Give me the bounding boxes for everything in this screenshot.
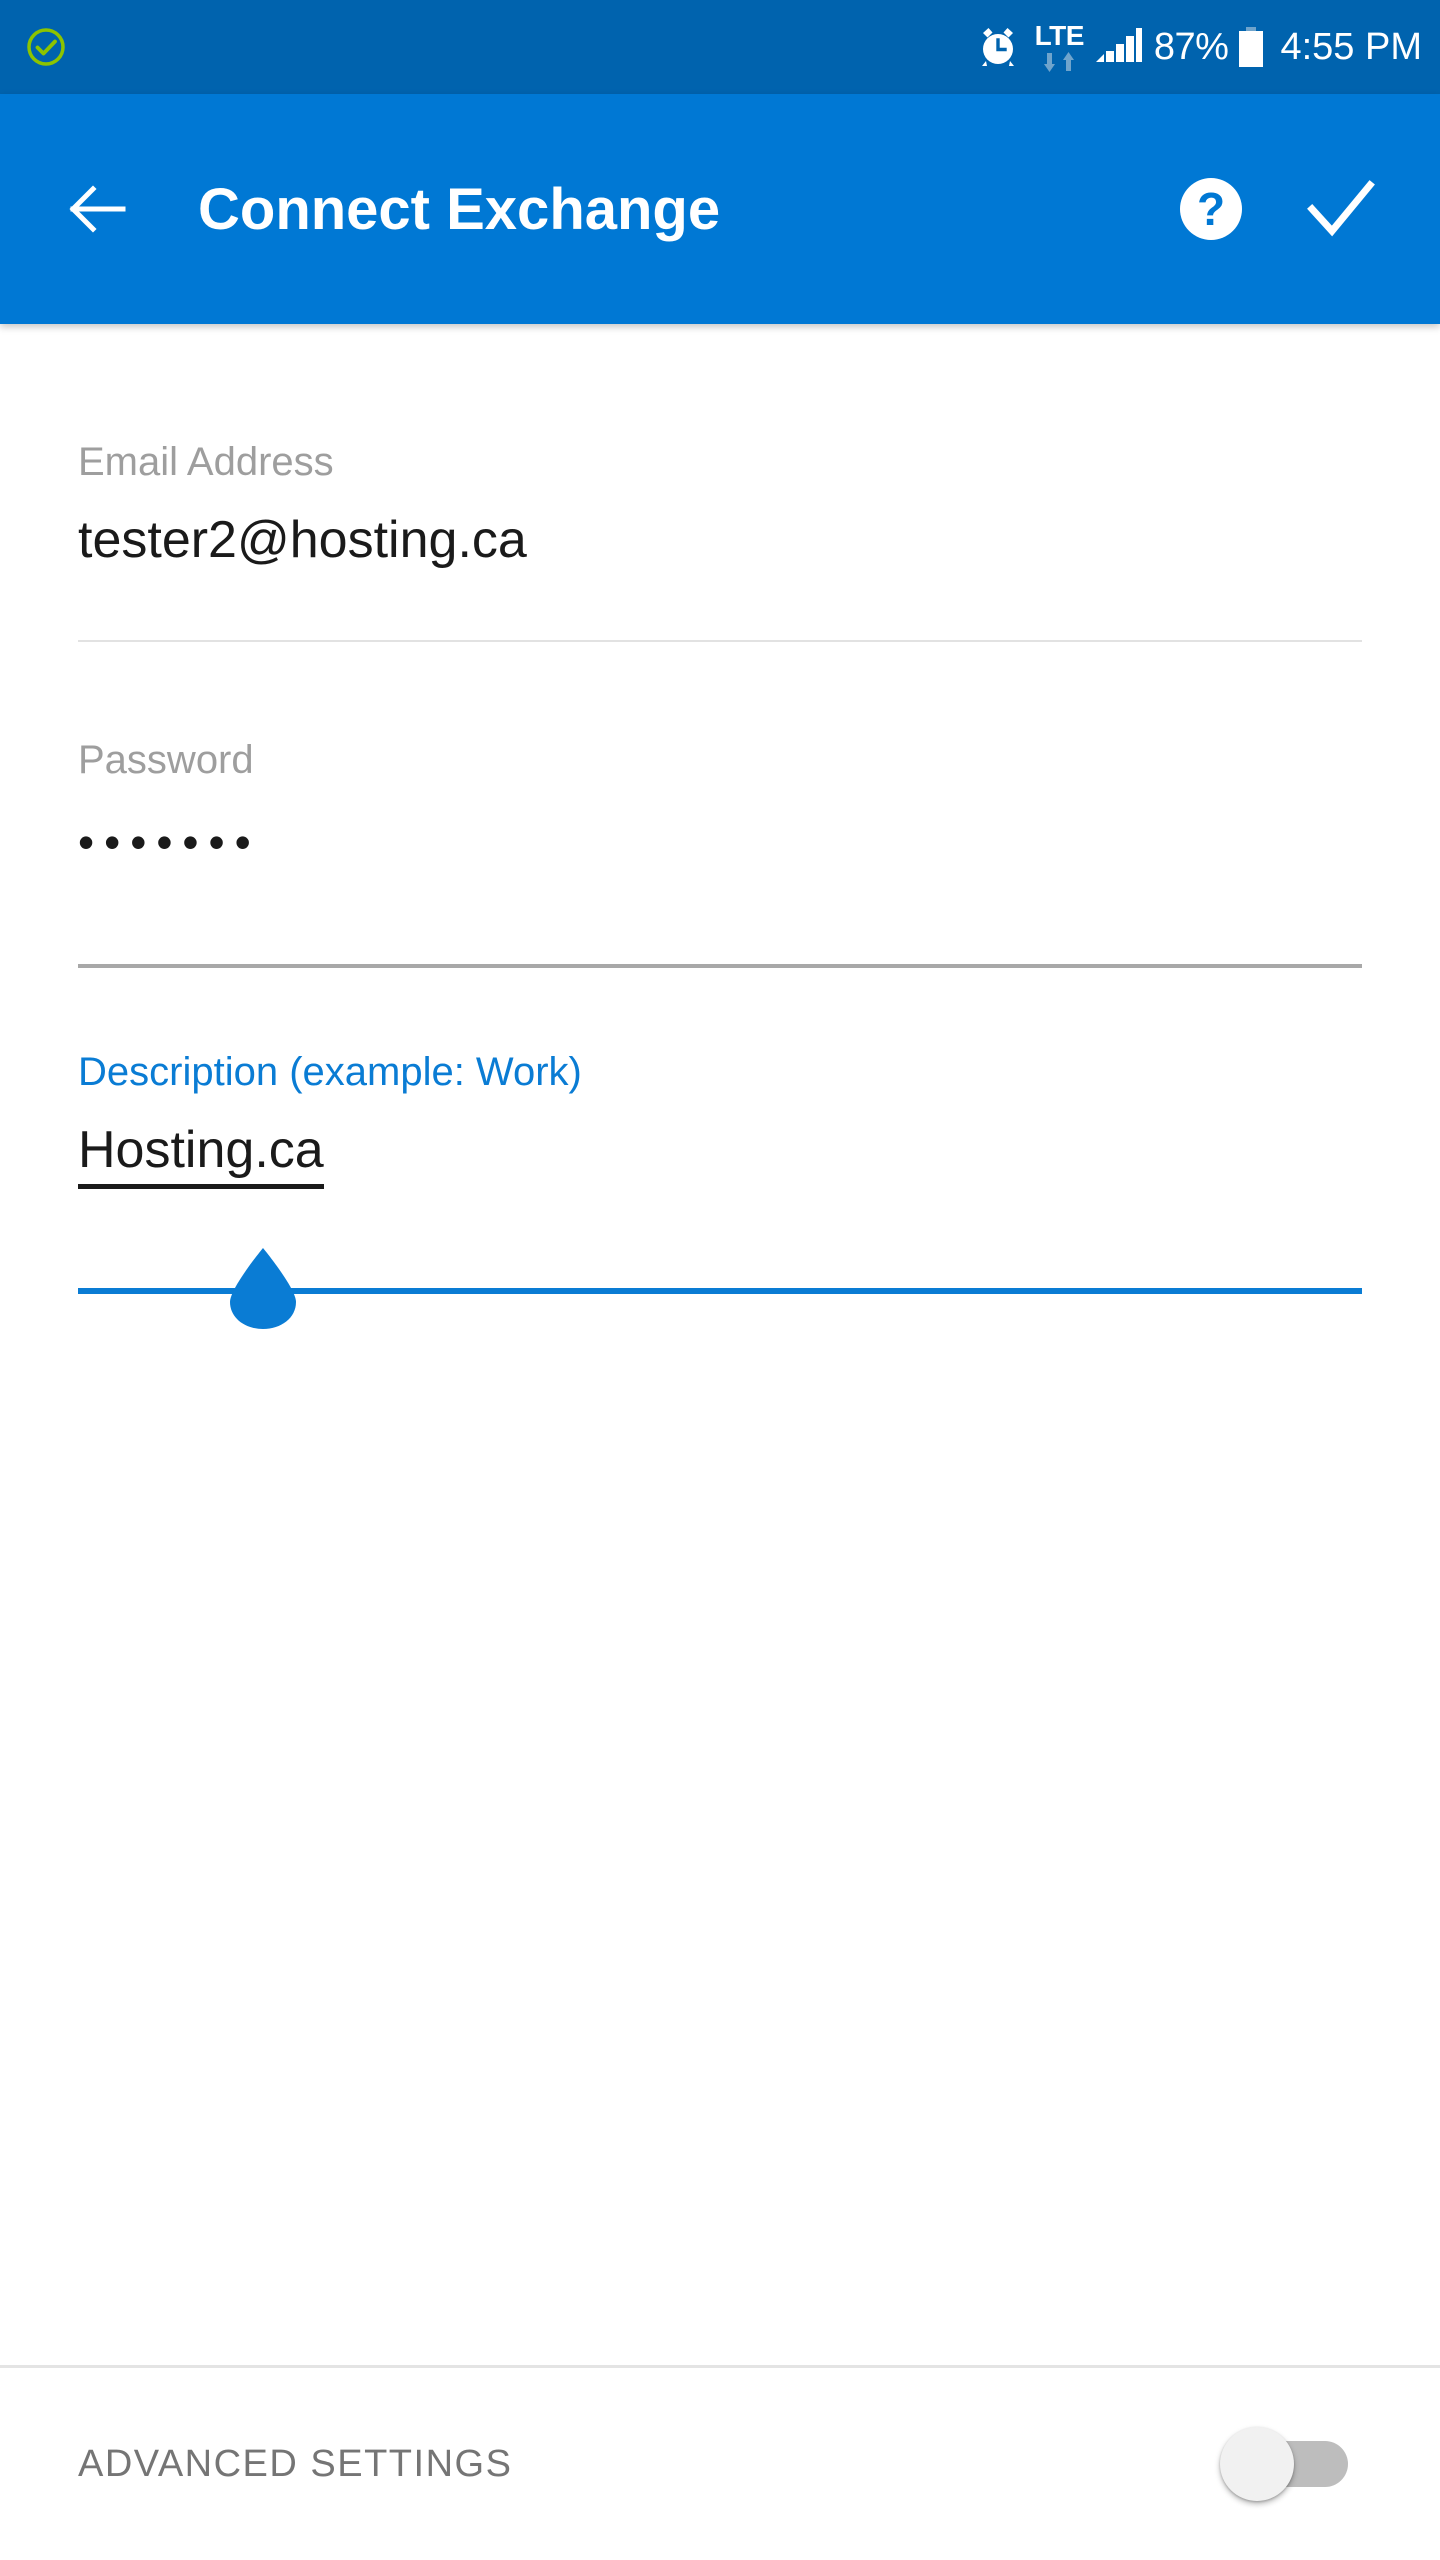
status-bar-left <box>22 23 70 71</box>
status-bar-clock: 4:55 PM <box>1280 26 1422 68</box>
description-field-group[interactable]: Description (example: Work) Hosting.ca <box>78 1048 1362 1189</box>
svg-text:?: ? <box>1197 183 1225 235</box>
description-input[interactable]: Hosting.ca <box>78 1118 324 1189</box>
alarm-clock-icon <box>975 24 1021 70</box>
text-cursor-handle-icon[interactable] <box>224 1244 302 1332</box>
data-transfer-arrows-icon <box>1041 51 1077 73</box>
help-button[interactable]: ? <box>1156 154 1266 264</box>
status-bar: LTE 87% 4:55 PM <box>0 0 1440 94</box>
password-field-underline <box>78 964 1362 968</box>
app-screen: LTE 87% 4:55 PM Connect Exchange ? Email… <box>0 0 1440 2560</box>
network-type-indicator: LTE <box>1034 19 1085 73</box>
email-field-group[interactable]: Email Address tester2@hosting.ca <box>78 438 1362 572</box>
back-button[interactable] <box>38 150 156 268</box>
battery-icon <box>1236 24 1266 70</box>
password-field-label: Password <box>78 738 254 782</box>
email-input[interactable]: tester2@hosting.ca <box>78 508 1362 572</box>
email-field-underline <box>78 640 1362 642</box>
help-circle-icon: ? <box>1176 174 1246 244</box>
lte-label: LTE <box>1034 19 1085 51</box>
toggle-thumb <box>1220 2427 1294 2501</box>
advanced-settings-row[interactable]: ADVANCED SETTINGS <box>0 2368 1440 2560</box>
app-bar-actions: ? <box>1156 154 1440 264</box>
battery-percent-label: 87% <box>1153 26 1229 68</box>
advanced-settings-label: ADVANCED SETTINGS <box>78 2442 513 2485</box>
app-bar: Connect Exchange ? <box>0 94 1440 324</box>
advanced-settings-toggle[interactable] <box>1220 2427 1348 2501</box>
password-input[interactable]: ••••••• <box>78 810 1362 874</box>
done-button[interactable] <box>1286 154 1396 264</box>
signal-bars-icon <box>1094 24 1144 70</box>
back-arrow-icon <box>65 177 129 241</box>
description-field-label: Description (example: Work) <box>78 1050 582 1094</box>
email-field-label: Email Address <box>78 440 334 484</box>
checkmark-icon <box>1305 173 1377 245</box>
form-area: Email Address tester2@hosting.ca Passwor… <box>0 324 1440 2365</box>
status-bar-right: LTE 87% 4:55 PM <box>975 19 1422 73</box>
check-circle-icon <box>22 23 70 71</box>
password-field-group[interactable]: Password ••••••• <box>78 736 1362 874</box>
page-title: Connect Exchange <box>198 176 721 242</box>
